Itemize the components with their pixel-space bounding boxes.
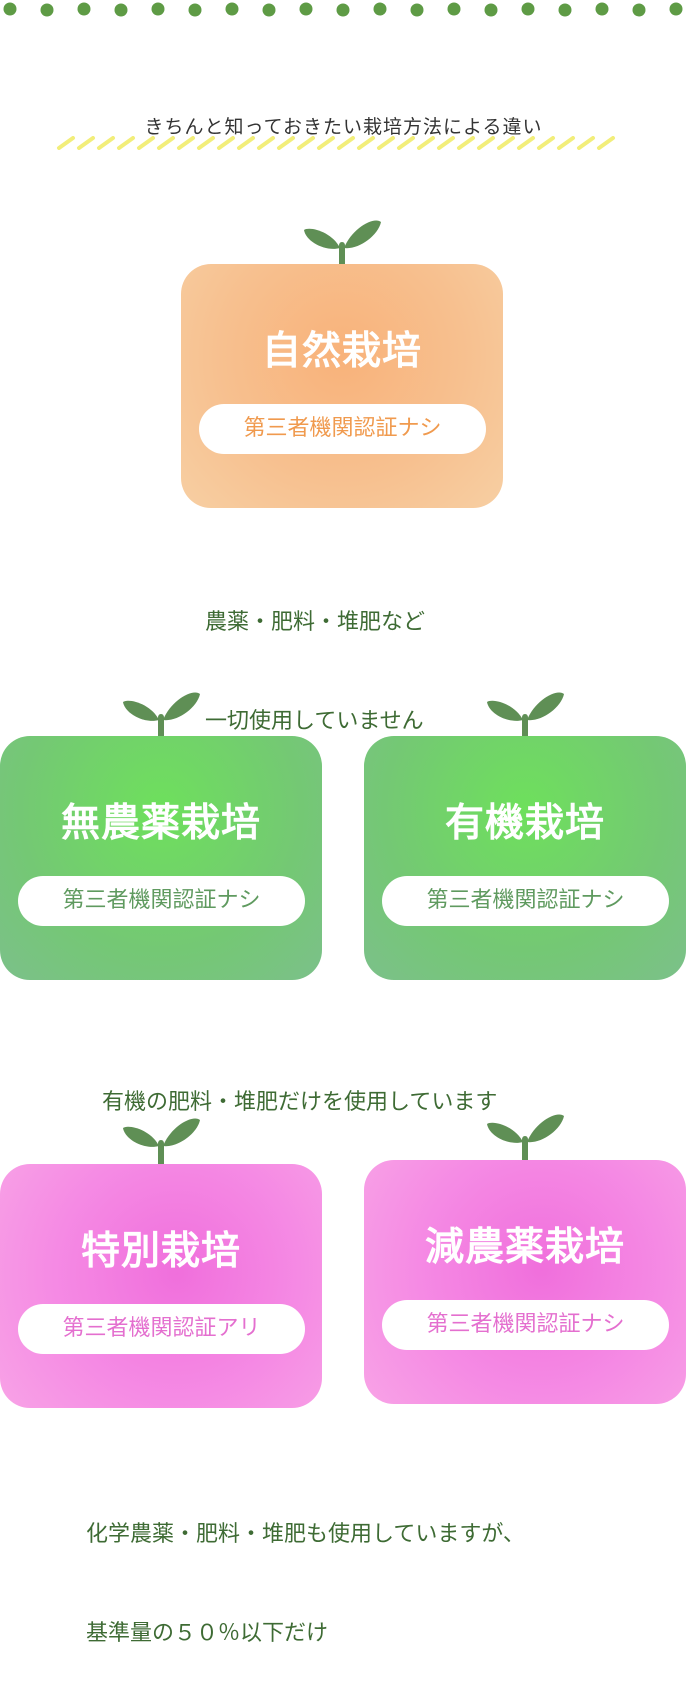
- card-reduced-pesticide-farming: 減農薬栽培 第三者機関認証ナシ: [364, 1160, 686, 1404]
- card-no-pesticide-farming: 無農薬栽培 第三者機関認証ナシ: [0, 736, 322, 980]
- card-title: 無農薬栽培: [60, 801, 261, 846]
- section-heading: きちんと知っておきたい栽培方法による違い: [144, 116, 543, 138]
- description-line: 基準量の５０％以下だけ: [86, 1621, 329, 1646]
- description-line: 一切使用していません: [205, 709, 424, 734]
- card-organic-farming: 有機栽培 第三者機関認証ナシ: [364, 736, 686, 980]
- description-line: 化学農薬・肥料・堆肥も使用していますが、: [86, 1522, 525, 1547]
- certification-badge: 第三者機関認証アリ: [18, 1304, 305, 1354]
- description-line: 農薬・肥料・堆肥など: [205, 610, 426, 635]
- dotted-top-border: [3, 2, 683, 17]
- description-line: 有機の肥料・堆肥だけを使用しています: [102, 1090, 498, 1115]
- card-title: 特別栽培: [80, 1229, 241, 1274]
- card-title: 自然栽培: [261, 329, 422, 374]
- heading-underline: [57, 136, 615, 150]
- certification-badge: 第三者機関認証ナシ: [199, 404, 486, 454]
- certification-badge: 第三者機関認証ナシ: [18, 876, 305, 926]
- card-special-cultivation: 特別栽培 第三者機関認証アリ: [0, 1164, 322, 1408]
- card-natural-farming: 自然栽培 第三者機関認証ナシ: [181, 264, 503, 508]
- certification-badge: 第三者機関認証ナシ: [382, 876, 669, 926]
- description-organic: 有機の肥料・堆肥だけを使用しています: [102, 1020, 497, 1152]
- card-title: 有機栽培: [444, 801, 605, 846]
- card-title: 減農薬栽培: [424, 1225, 625, 1270]
- certification-badge: 第三者機関認証ナシ: [382, 1300, 669, 1350]
- description-special: 化学農薬・肥料・堆肥も使用していますが、 基準量の５０％以下だけ: [86, 1452, 525, 1683]
